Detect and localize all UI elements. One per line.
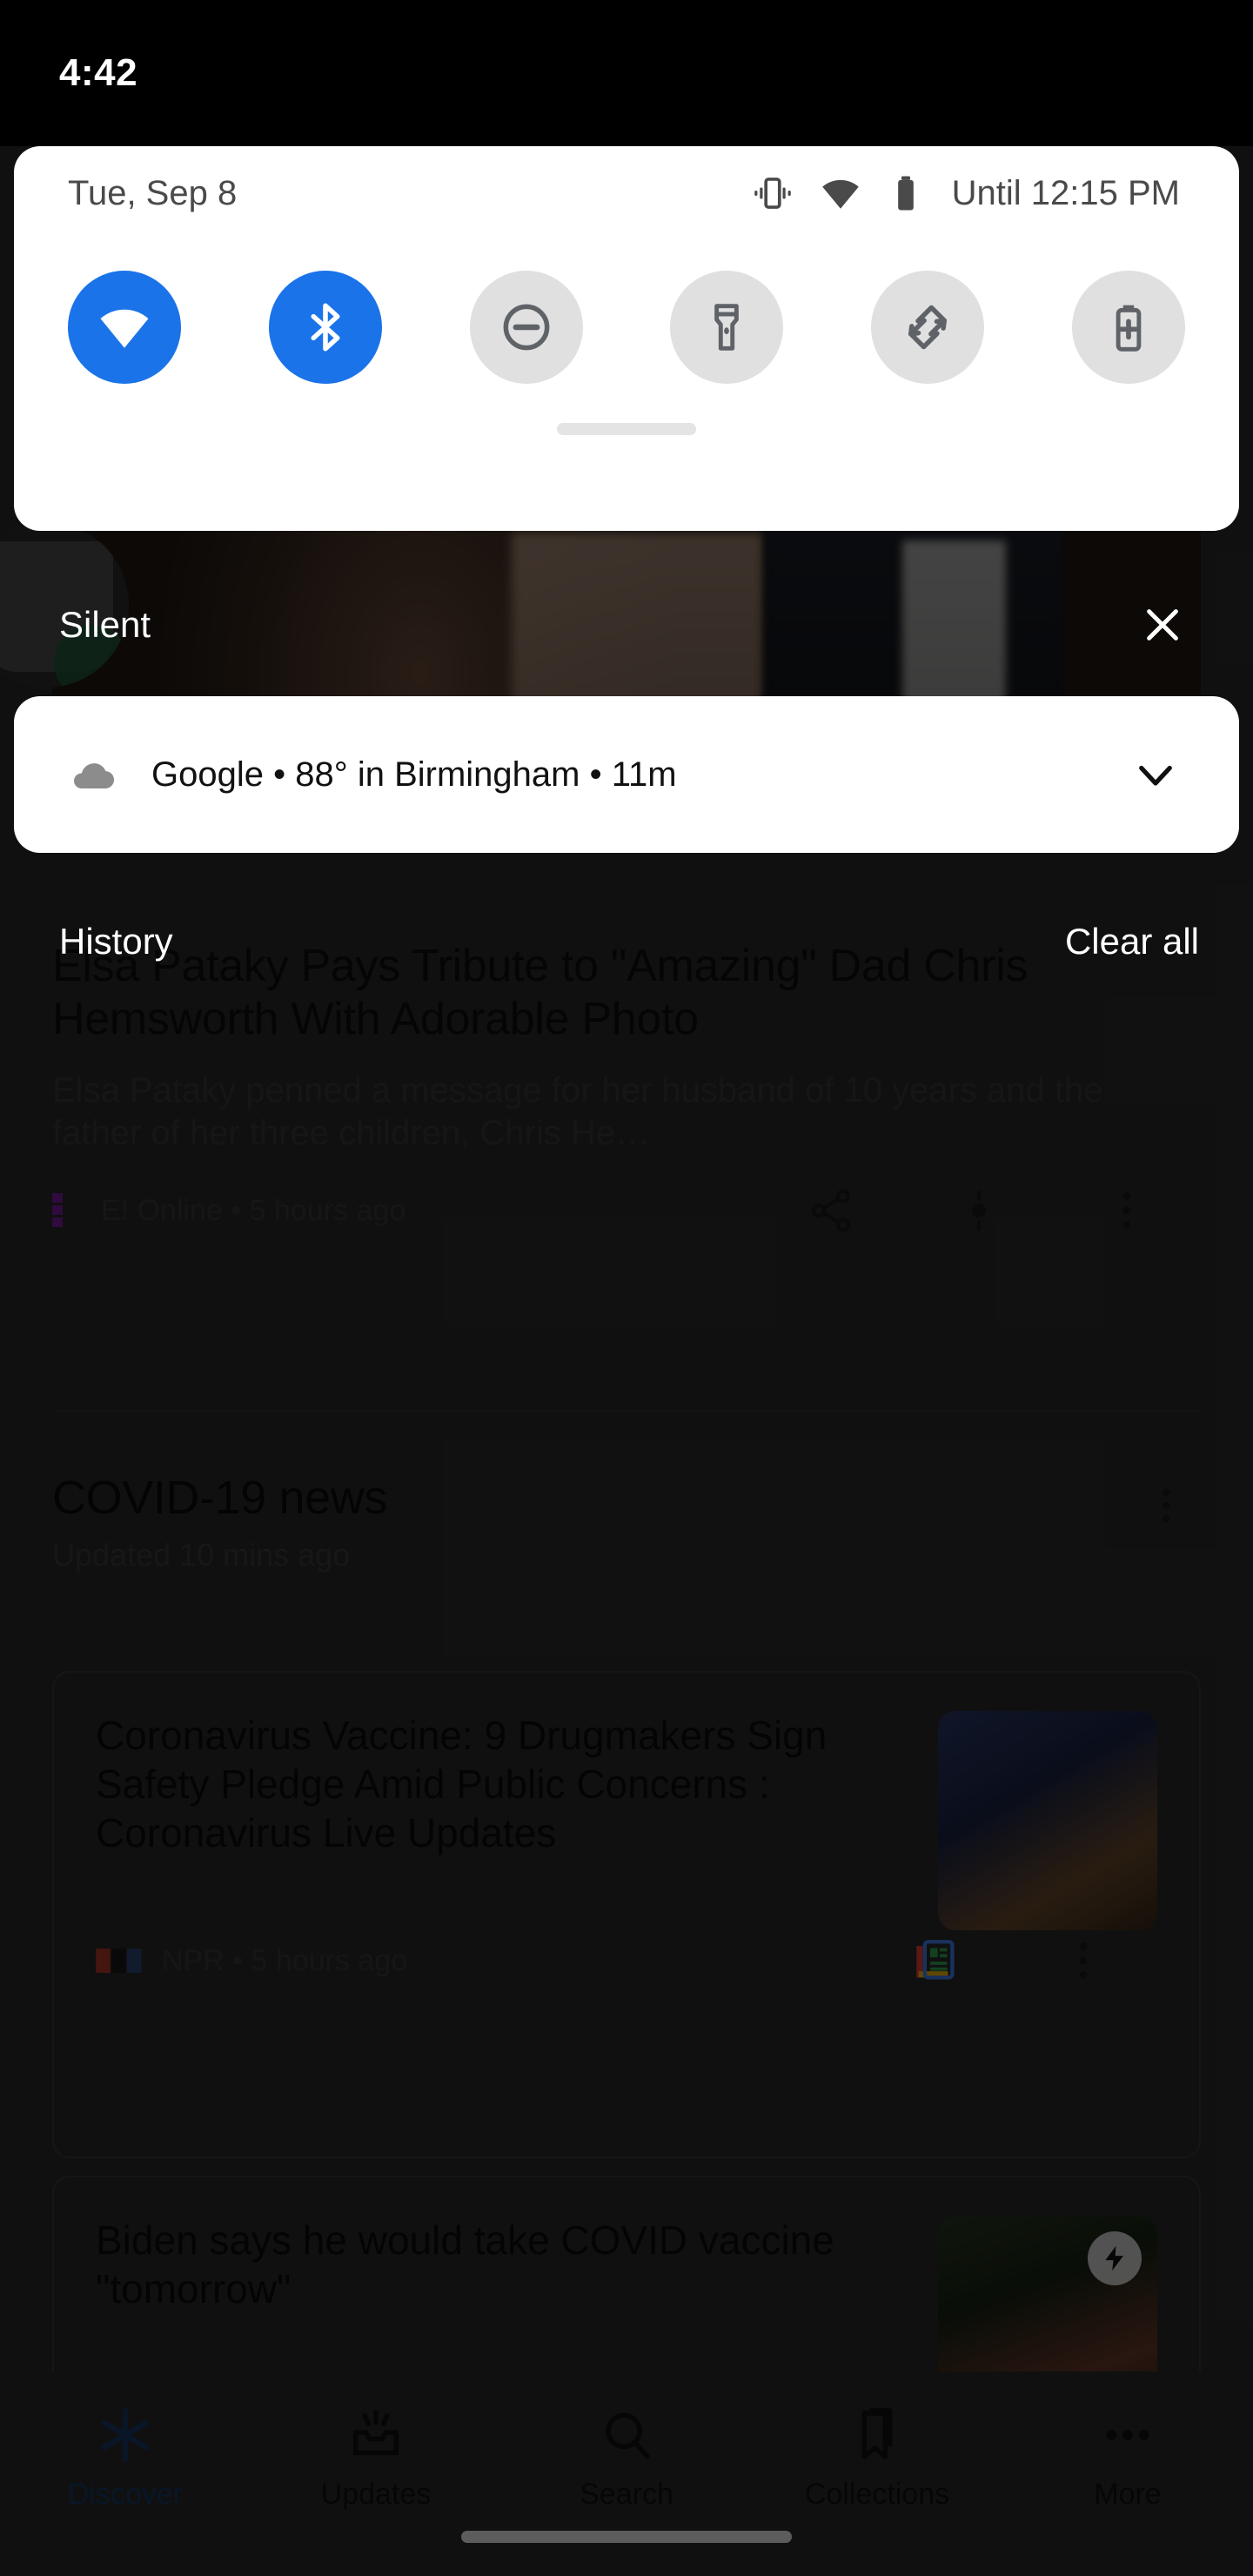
battery-saver-icon (1116, 305, 1142, 352)
notification-shade-footer: History Clear all (0, 907, 1253, 976)
close-icon[interactable] (1126, 588, 1199, 661)
quick-settings-header: Tue, Sep 8 Until 12:15 PM (14, 146, 1239, 240)
wifi-icon (100, 309, 149, 348)
quick-tile-flashlight[interactable] (670, 271, 784, 384)
quick-tile-wifi[interactable] (68, 271, 181, 384)
silent-section-label: Silent (59, 604, 151, 645)
quick-settings-panel: Tue, Sep 8 Until 12:15 PM (14, 146, 1239, 531)
status-icon-group: Until 12:15 PM (750, 171, 1180, 216)
do-not-disturb-icon (503, 304, 549, 351)
silent-notifications-header: Silent (0, 585, 1253, 665)
wifi-icon (818, 171, 863, 216)
bluetooth-icon (311, 303, 340, 352)
quick-settings-handle-wrap (14, 414, 1239, 435)
status-bar-clock: 4:42 (59, 51, 138, 94)
weather-notification[interactable]: Google • 88° in Birmingham • 11m (14, 696, 1239, 853)
chevron-down-icon[interactable] (1121, 740, 1190, 809)
status-bar: 4:42 (0, 0, 1253, 146)
history-button[interactable]: History (59, 921, 173, 963)
battery-icon (886, 173, 926, 213)
quick-tile-do-not-disturb[interactable] (469, 271, 583, 384)
clear-all-button[interactable]: Clear all (1065, 921, 1199, 963)
quick-tile-auto-rotate[interactable] (871, 271, 985, 384)
weather-notification-text: Google • 88° in Birmingham • 11m (151, 755, 677, 794)
quick-tile-battery-saver[interactable] (1071, 271, 1185, 384)
vibrate-icon (750, 171, 795, 216)
quick-tile-bluetooth[interactable] (268, 271, 382, 384)
flashlight-icon (714, 304, 740, 351)
phone-screen: Elsa Pataky Pays Tribute to "Amazing" Da… (0, 0, 1253, 2576)
quick-settings-date: Tue, Sep 8 (68, 173, 238, 212)
battery-estimate-text: Until 12:15 PM (951, 173, 1180, 212)
cloud-icon (68, 749, 118, 800)
drag-handle[interactable] (557, 423, 696, 435)
auto-rotate-icon (908, 305, 948, 350)
quick-settings-tiles (14, 240, 1239, 414)
